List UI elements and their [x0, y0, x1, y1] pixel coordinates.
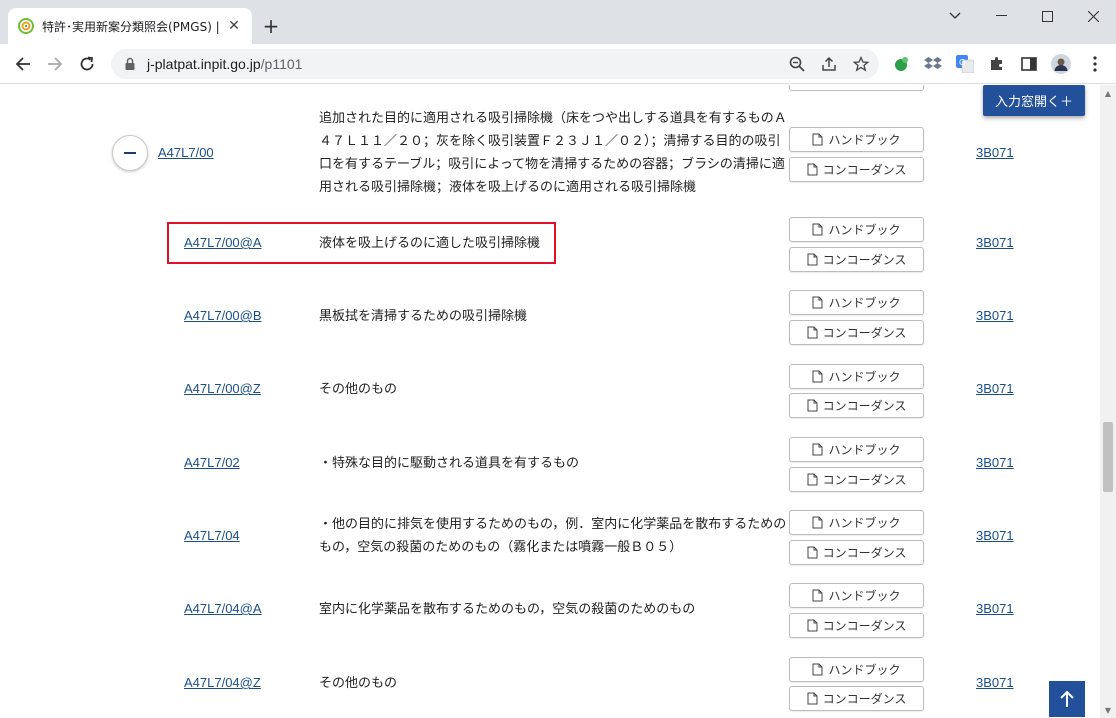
classification-code-link[interactable]: A47L7/04@A	[184, 601, 262, 616]
document-icon	[807, 619, 818, 632]
url-path: /p1101	[260, 56, 303, 72]
document-icon	[812, 443, 823, 456]
document-icon	[807, 399, 818, 412]
tab-close-icon[interactable]: ✕	[226, 18, 242, 34]
classification-description: 追加された目的に適用される吸引掃除機（床をつや出しする道具を有するものＡ４７Ｌ１…	[319, 111, 787, 195]
browser-toolbar: j-platpat.inpit.go.jp/p1101 G	[0, 44, 1116, 84]
collapse-toggle-button[interactable]	[112, 135, 148, 171]
document-icon	[807, 473, 818, 486]
concordance-button[interactable]: コンコーダンス	[789, 320, 924, 345]
theme-code-link[interactable]: 3B071	[976, 601, 1014, 616]
classification-code-link[interactable]: A47L7/00@A	[184, 235, 262, 250]
classification-code-link[interactable]: A47L7/04@Z	[184, 675, 261, 690]
dropbox-icon[interactable]	[923, 54, 943, 74]
input-window-open-button[interactable]: 入力窓開く＋	[983, 85, 1085, 116]
document-icon	[807, 253, 818, 266]
google-translate-icon[interactable]: G	[955, 54, 975, 74]
handbook-button[interactable]: ハンドブック	[789, 290, 924, 315]
document-icon	[807, 326, 818, 339]
kebab-menu-icon[interactable]	[1085, 54, 1105, 74]
classification-description: その他のもの	[319, 676, 398, 691]
lock-icon	[125, 57, 135, 70]
scrollbar-thumb[interactable]	[1103, 422, 1113, 492]
classification-description: ・特殊な目的に駆動される道具を有するもの	[319, 456, 580, 471]
tab-search-chevron-icon[interactable]	[932, 0, 978, 32]
extension-green-icon[interactable]	[891, 54, 911, 74]
theme-code-link[interactable]: 3B071	[976, 308, 1014, 323]
classification-description: 黒板拭を清掃するための吸引掃除機	[319, 309, 528, 324]
classification-code-link[interactable]: A47L7/00	[158, 145, 214, 160]
tab-title: 特許･実用新案分類照会(PMGS) |	[42, 19, 220, 34]
handbook-button[interactable]: ハンドブック	[789, 437, 924, 462]
jplatpat-favicon-icon	[18, 18, 34, 34]
concordance-button[interactable]: コンコーダンス	[789, 467, 924, 492]
profile-avatar-icon[interactable]	[1051, 54, 1071, 74]
concordance-button[interactable]: コンコーダンス	[789, 613, 924, 638]
classification-description: その他のもの	[319, 382, 398, 397]
page-viewport: A47L7/00 追加された目的に適用される吸引掃除機（床をつや出しする道具を有…	[0, 85, 1116, 718]
classification-description: 液体を吸上げるのに適した吸引掃除機	[319, 236, 541, 251]
handbook-button[interactable]: ハンドブック	[789, 510, 924, 535]
extensions-puzzle-icon[interactable]	[987, 54, 1007, 74]
handbook-button[interactable]: ハンドブック	[789, 364, 924, 389]
classification-description: 室内に化学薬品を散布するためのもの，空気の殺菌のためのもの	[319, 602, 696, 617]
classification-code-link[interactable]: A47L7/02	[184, 455, 240, 470]
document-icon	[812, 370, 823, 383]
page-scrollbar[interactable]: ▲ ▼	[1100, 85, 1116, 718]
new-tab-icon[interactable]: +	[259, 14, 283, 38]
reload-icon[interactable]	[75, 52, 99, 76]
classification-code-link[interactable]: A47L7/00@Z	[184, 381, 261, 396]
partial-button-above[interactable]	[789, 85, 924, 91]
side-panel-icon[interactable]	[1019, 54, 1039, 74]
document-icon	[812, 516, 823, 529]
bookmark-star-icon[interactable]	[852, 55, 870, 73]
concordance-button[interactable]: コンコーダンス	[789, 540, 924, 565]
scroll-up-arrow-icon[interactable]: ▲	[1100, 85, 1116, 101]
scroll-down-arrow-icon[interactable]: ▼	[1100, 702, 1116, 718]
theme-code-link[interactable]: 3B071	[976, 528, 1014, 543]
concordance-button[interactable]: コンコーダンス	[789, 393, 924, 418]
handbook-button[interactable]: ハンドブック	[789, 127, 924, 152]
back-arrow-icon[interactable]	[11, 52, 35, 76]
share-icon[interactable]	[820, 55, 838, 73]
maximize-icon[interactable]	[1024, 0, 1070, 32]
document-icon	[812, 133, 823, 146]
address-bar[interactable]: j-platpat.inpit.go.jp/p1101	[111, 49, 879, 79]
arrow-up-icon	[1060, 690, 1074, 707]
concordance-button[interactable]: コンコーダンス	[789, 686, 924, 711]
handbook-button[interactable]: ハンドブック	[789, 583, 924, 608]
document-icon	[812, 296, 823, 309]
scroll-to-top-button[interactable]	[1049, 681, 1085, 717]
theme-code-link[interactable]: 3B071	[976, 381, 1014, 396]
url-host: j-platpat.inpit.go.jp	[147, 56, 261, 72]
close-window-icon[interactable]	[1070, 0, 1116, 32]
browser-titlebar: 特許･実用新案分類照会(PMGS) | ✕ +	[0, 0, 1116, 44]
theme-code-link[interactable]: 3B071	[976, 455, 1014, 470]
document-icon	[812, 589, 823, 602]
zoom-icon[interactable]	[788, 55, 806, 73]
forward-arrow-icon[interactable]	[43, 52, 67, 76]
classification-description: ・他の目的に排気を使用するためのもの，例．室内に化学薬品を散布するためのもの，空…	[319, 517, 787, 555]
svg-text:G: G	[959, 58, 965, 67]
classification-code-link[interactable]: A47L7/00@B	[184, 308, 262, 323]
theme-code-link[interactable]: 3B071	[976, 235, 1014, 250]
browser-tab[interactable]: 特許･実用新案分類照会(PMGS) | ✕	[8, 8, 252, 44]
theme-code-link[interactable]: 3B071	[976, 675, 1014, 690]
handbook-button[interactable]: ハンドブック	[789, 657, 924, 682]
document-icon	[807, 546, 818, 559]
theme-code-link[interactable]: 3B071	[976, 145, 1014, 160]
document-icon	[812, 223, 823, 236]
concordance-button[interactable]: コンコーダンス	[789, 157, 924, 182]
document-icon	[807, 692, 818, 705]
minimize-icon[interactable]	[978, 0, 1024, 32]
classification-code-link[interactable]: A47L7/04	[184, 528, 240, 543]
document-icon	[812, 663, 823, 676]
minus-icon	[124, 152, 136, 154]
concordance-button[interactable]: コンコーダンス	[789, 247, 924, 272]
handbook-button[interactable]: ハンドブック	[789, 217, 924, 242]
document-icon	[807, 163, 818, 176]
